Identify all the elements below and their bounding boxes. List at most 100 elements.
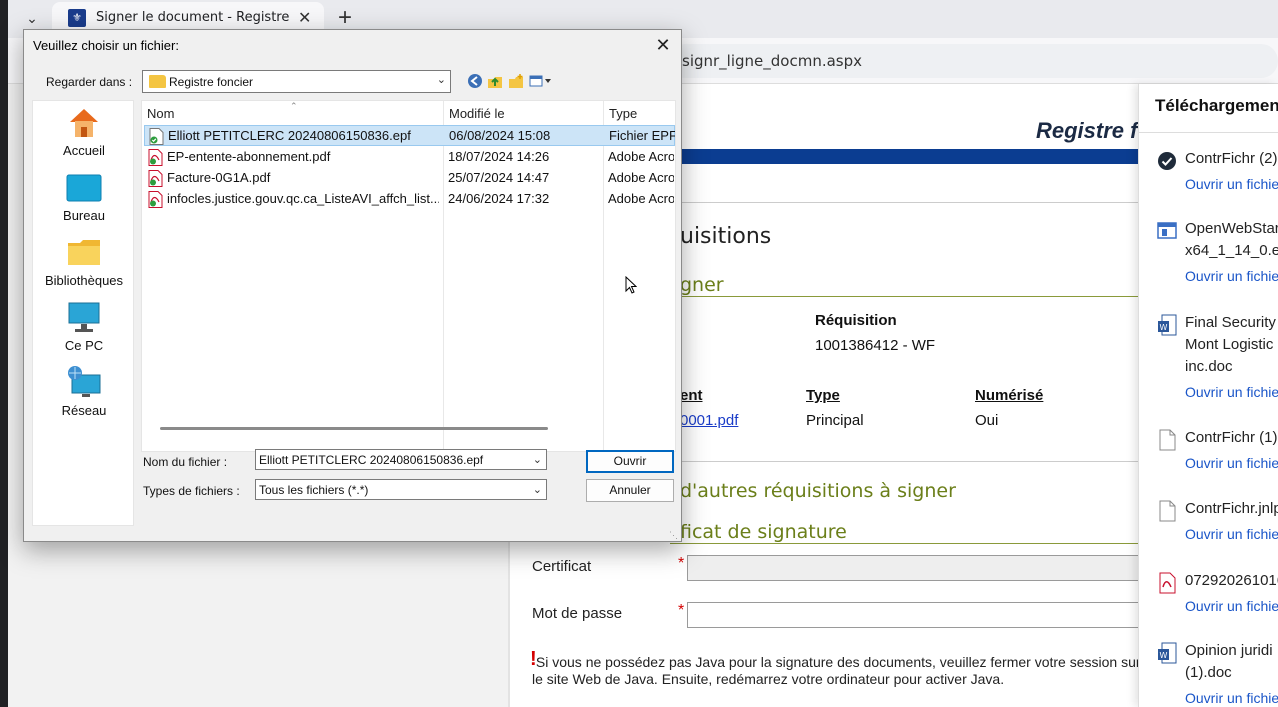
column-header-name[interactable]: Nom (147, 106, 174, 121)
file-row[interactable]: EP-entente-abonnement.pdf 18/07/2024 14:… (144, 147, 675, 168)
file-row[interactable]: Facture-0G1A.pdf 25/07/2024 14:47 Adobe … (144, 168, 675, 189)
column-header-type[interactable]: Type (609, 106, 637, 121)
password-field[interactable] (687, 602, 1140, 628)
home-icon (70, 109, 98, 137)
section-heading-sign: gner (680, 274, 724, 296)
pdf-icon (1159, 572, 1176, 594)
filetype-label: Types de fichiers : (143, 484, 240, 498)
open-file-link[interactable]: Ouvrir un fichier (1185, 268, 1278, 284)
file-modified: 06/08/2024 15:08 (449, 128, 551, 143)
blank-file-icon (1159, 500, 1176, 522)
look-in-dropdown[interactable]: Registre foncier ⌄ (142, 70, 451, 93)
cancel-button[interactable]: Annuler (586, 479, 674, 502)
window-edge (0, 0, 8, 707)
new-folder-icon[interactable] (508, 73, 524, 89)
password-label: Mot de passe (532, 605, 623, 622)
required-mark: * (678, 555, 685, 572)
open-file-link[interactable]: Ouvrir un fichier (1185, 176, 1278, 192)
filename-field[interactable]: Elliott PETITCLERC 20240806150836.epf ⌄ (255, 449, 547, 470)
file-row[interactable]: Elliott PETITCLERC 20240806150836.epf 06… (144, 125, 675, 146)
up-folder-icon[interactable] (487, 73, 503, 89)
sort-ascending-icon: ⌃ (290, 101, 298, 111)
close-tab-icon[interactable]: ✕ (298, 8, 311, 28)
epf-file-icon (149, 128, 164, 145)
open-file-link[interactable]: Ouvrir un fichier (1185, 690, 1278, 706)
filetype-value: Tous les fichiers (*.*) (259, 483, 369, 497)
url-text: signr_ligne_docmn.aspx (682, 52, 863, 70)
file-chooser-dialog: Veuillez choisir un fichier: ✕ Regarder … (23, 29, 682, 542)
svg-text:W: W (1160, 323, 1168, 332)
file-type: Fichier EPF (609, 128, 675, 143)
open-file-link[interactable]: Ouvrir un fichier (1185, 384, 1278, 400)
places-bar: Accueil Bureau Bibliothèques Ce PC Résea… (32, 100, 134, 526)
file-name: infocles.justice.gouv.qc.ca_ListeAVI_aff… (167, 191, 439, 206)
type-value: Principal (806, 412, 864, 429)
download-name: 072920261016 (1185, 572, 1278, 589)
document-link[interactable]: 0001.pdf (680, 412, 738, 429)
pdf-file-icon (148, 170, 163, 187)
file-modified: 18/07/2024 14:26 (448, 149, 550, 164)
svg-text:W: W (1160, 651, 1168, 660)
close-icon[interactable]: ✕ (650, 34, 676, 56)
open-button[interactable]: Ouvrir (586, 450, 674, 473)
open-file-link[interactable]: Ouvrir un fichier (1185, 455, 1278, 471)
pdf-file-icon (148, 191, 163, 208)
place-label: Ce PC (64, 338, 104, 353)
type-header[interactable]: Type (806, 387, 840, 404)
word-icon: W (1158, 314, 1177, 336)
download-name: ContrFichr (2) (1185, 150, 1278, 167)
view-menu-icon[interactable] (529, 73, 553, 89)
desktop-icon (66, 174, 102, 202)
file-type: Adobe Acrobat (608, 170, 674, 185)
chevron-down-icon: ⌄ (532, 484, 542, 496)
back-icon[interactable] (467, 73, 483, 89)
requisition-header: Réquisition (815, 312, 897, 329)
numerise-value: Oui (975, 412, 999, 429)
column-header-modified[interactable]: Modifié le (449, 106, 505, 121)
look-in-value: Registre foncier (169, 75, 254, 89)
mouse-cursor-icon (625, 276, 637, 294)
requisition-value: 1001386412 - WF (815, 337, 936, 354)
address-bar[interactable]: signr_ligne_docmn.aspx (668, 44, 1278, 78)
look-in-label: Regarder dans : (46, 75, 133, 89)
download-name: Opinion juridi (1).doc (1185, 642, 1273, 681)
tab-title: Signer le document - Registre foncier (96, 10, 292, 25)
resize-grip-icon[interactable]: ⋱ (669, 530, 678, 541)
numerise-header[interactable]: Numérisé (975, 387, 1043, 404)
file-list: ⌃ Nom Modifié le Type Elliott PETITCLERC… (141, 100, 676, 452)
required-mark: * (678, 602, 685, 619)
place-label: Réseau (61, 403, 107, 418)
file-type: Adobe Acrobat (608, 149, 674, 164)
chevron-down-icon[interactable]: ⌄ (533, 453, 542, 466)
download-name: ContrFichr (1). (1185, 429, 1278, 446)
file-modified: 24/06/2024 17:32 (448, 191, 550, 206)
place-label: Bureau (63, 208, 105, 223)
word-icon: W (1158, 642, 1177, 664)
computer-icon (68, 302, 100, 332)
file-type: Adobe Acrobat (608, 191, 674, 206)
pdf-file-icon (148, 149, 163, 166)
horizontal-scrollbar[interactable] (160, 427, 548, 430)
certificate-field[interactable] (687, 555, 1140, 581)
folder-icon (149, 75, 166, 88)
blank-file-icon (1159, 429, 1176, 451)
section-heading-other[interactable]: d'autres réquisitions à signer (680, 480, 956, 502)
new-tab-icon[interactable]: + (338, 4, 352, 32)
divider (680, 461, 1140, 462)
open-file-link[interactable]: Ouvrir un fichier (1185, 598, 1278, 614)
file-name: Facture-0G1A.pdf (167, 170, 271, 185)
file-row[interactable]: infocles.justice.gouv.qc.ca_ListeAVI_aff… (144, 189, 675, 210)
open-file-link[interactable]: Ouvrir un fichier (1185, 526, 1278, 542)
tab-list-dropdown-icon[interactable]: ⌄ (22, 6, 42, 30)
folder-icon (68, 240, 100, 265)
file-name: EP-entente-abonnement.pdf (167, 149, 331, 164)
document-header[interactable]: ent (680, 387, 703, 404)
section-rule (680, 296, 1140, 297)
download-name: Final Security Mont Logistic inc.doc (1185, 314, 1276, 375)
filetype-dropdown[interactable]: Tous les fichiers (*.*) ⌄ (255, 479, 547, 500)
divider (1139, 132, 1278, 133)
filename-value: Elliott PETITCLERC 20240806150836.epf (259, 453, 484, 467)
quebec-flag-icon: ⚜ (68, 9, 86, 27)
downloads-panel: Téléchargements ContrFichr (2) Ouvrir un… (1138, 84, 1278, 707)
section-rule (670, 543, 1140, 544)
